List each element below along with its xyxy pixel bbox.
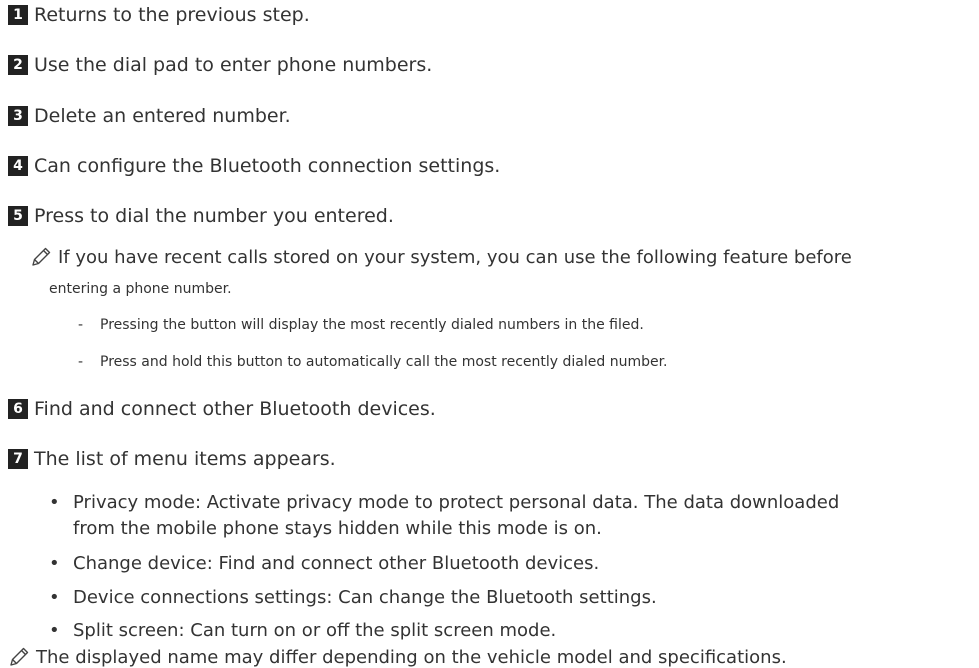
bullet-item-text: Privacy mode: Activate privacy mode to p… [73, 492, 840, 513]
bullet-list-item: • Device connections settings: Can change… [49, 587, 657, 608]
note-text-continued: entering a phone number. [49, 281, 232, 297]
dash-marker: - [78, 317, 84, 333]
dash-list-item: - Pressing the button will display the mo… [78, 317, 644, 333]
step-6: 6 Find and connect other Bluetooth devic… [8, 398, 436, 420]
step-5-note: If you have recent calls stored on your … [30, 246, 852, 268]
step-text: Returns to the previous step. [34, 4, 310, 26]
step-text: The list of menu items appears. [34, 448, 336, 470]
footer-note: The displayed name may differ depending … [8, 646, 787, 668]
pencil-icon [10, 647, 29, 666]
step-text: Can configure the Bluetooth connection s… [34, 155, 501, 177]
step-3: 3 Delete an entered number. [8, 105, 291, 127]
bullet-list-item: • Split screen: Can turn on or off the sp… [49, 620, 556, 641]
step-number-badge: 6 [8, 399, 28, 419]
step-text: Use the dial pad to enter phone numbers. [34, 54, 433, 76]
bullet-list-item: • Change device: Find and connect other B… [49, 553, 599, 574]
bullet-marker: • [49, 587, 60, 608]
step-number-badge: 1 [8, 5, 28, 25]
note-text: If you have recent calls stored on your … [58, 246, 852, 268]
dash-item-text: Press and hold this button to automatica… [100, 354, 668, 370]
step-number-badge: 4 [8, 156, 28, 176]
step-text: Press to dial the number you entered. [34, 205, 394, 227]
footer-note-text: The displayed name may differ depending … [36, 646, 787, 668]
dash-list-item: - Press and hold this button to automatic… [78, 354, 668, 370]
step-7: 7 The list of menu items appears. [8, 448, 336, 470]
bullet-item-text: Device connections settings: Can change … [73, 587, 657, 608]
step-2: 2 Use the dial pad to enter phone number… [8, 54, 432, 76]
step-text: Delete an entered number. [34, 105, 291, 127]
bullet-marker: • [49, 620, 60, 641]
step-text: Find and connect other Bluetooth devices… [34, 398, 436, 420]
step-number-badge: 7 [8, 449, 28, 469]
dash-item-text: Pressing the button will display the mos… [100, 317, 644, 333]
step-number-badge: 5 [8, 206, 28, 226]
bullet-item-text-continued: from the mobile phone stays hidden while… [73, 518, 602, 539]
step-number-badge: 2 [8, 55, 28, 75]
step-4: 4 Can configure the Bluetooth connection… [8, 155, 500, 177]
pencil-icon [32, 247, 51, 266]
bullet-marker: • [49, 553, 60, 574]
bullet-item-text: Change device: Find and connect other Bl… [73, 553, 600, 574]
bullet-marker: • [49, 492, 60, 513]
bullet-item-text: Split screen: Can turn on or off the spl… [73, 620, 557, 641]
step-1: 1 Returns to the previous step. [8, 4, 310, 26]
dash-marker: - [78, 354, 84, 370]
bullet-list-item: • Privacy mode: Activate privacy mode to … [49, 492, 839, 513]
step-number-badge: 3 [8, 106, 28, 126]
step-5: 5 Press to dial the number you entered. [8, 205, 394, 227]
